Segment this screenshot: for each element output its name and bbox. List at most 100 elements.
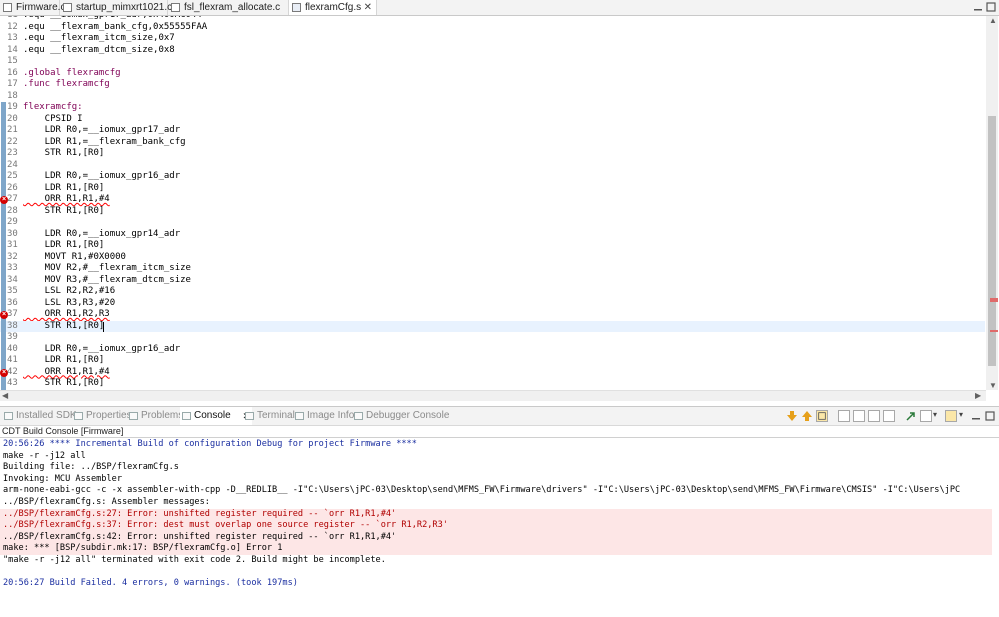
editor-tab-flexramcfg-s[interactable]: flexramCfg.s ✕ <box>289 0 377 15</box>
overview-error-mark[interactable] <box>990 300 998 302</box>
code-line[interactable]: 22 LDR R1,=__flexram_bank_cfg <box>0 136 985 149</box>
editor-tab-firmware-c[interactable]: Firmware.c <box>0 0 65 15</box>
console-error-line[interactable]: ../BSP/flexramCfg.s:27: Error: unshifted… <box>3 509 396 521</box>
code-line[interactable]: × 37 ORR R1,R2,R3 <box>0 309 985 321</box>
editor-tab-startup[interactable]: startup_mimxrt1021.c <box>60 0 172 15</box>
scroll-right-icon[interactable]: ▶ <box>975 391 981 400</box>
code-text[interactable]: LDR R0,=__iomux_gpr14_adr <box>23 229 180 241</box>
code-text[interactable]: MOV R2,#__flexram_itcm_size <box>23 263 191 275</box>
code-text[interactable]: STR R1,[R0] <box>23 378 105 390</box>
copy-icon[interactable] <box>883 410 895 422</box>
tab-problems[interactable]: Problems <box>127 407 183 425</box>
code-text[interactable]: STR R1,[R0] <box>23 206 105 218</box>
scroll-down-icon[interactable]: ▼ <box>989 381 997 390</box>
open-console-icon[interactable] <box>945 410 957 422</box>
code-text[interactable]: STR R1,[R0] <box>23 321 105 333</box>
code-line[interactable]: 15 <box>0 56 985 68</box>
code-text[interactable]: .global flexramcfg <box>23 68 121 80</box>
code-text[interactable]: STR R1,[R0] <box>23 148 105 160</box>
code-line[interactable]: 24 <box>0 159 985 171</box>
tab-terminal[interactable]: Terminal <box>243 407 295 425</box>
code-line[interactable]: 17 .func flexramcfg <box>0 79 985 91</box>
next-error-down-icon[interactable] <box>786 410 798 422</box>
editor-tab-flexram-allocate[interactable]: fsl_flexram_allocate.c <box>168 0 289 15</box>
code-line[interactable]: 39 <box>0 332 985 344</box>
code-line[interactable]: 21 LDR R0,=__iomux_gpr17_adr <box>0 125 985 137</box>
word-wrap-icon[interactable] <box>853 410 865 422</box>
console-error-line[interactable]: ../BSP/flexramCfg.s:37: Error: dest must… <box>3 520 448 532</box>
chevron-down-icon[interactable]: ▾ <box>933 410 937 419</box>
code-line[interactable]: 28 STR R1,[R0] <box>0 205 985 218</box>
code-text[interactable]: MOV R3,#__flexram_dtcm_size <box>23 275 191 287</box>
previous-error-up-icon[interactable] <box>801 410 813 422</box>
scrollbar-thumb[interactable] <box>988 116 996 366</box>
code-line[interactable]: 36 LSL R3,R3,#20 <box>0 297 985 310</box>
clear-console-icon[interactable] <box>868 410 880 422</box>
build-console[interactable]: 20:56:26 **** Incremental Build of confi… <box>0 437 999 617</box>
maximize-icon[interactable] <box>986 2 996 12</box>
console-error-line[interactable]: ../BSP/flexramCfg.s:42: Error: unshifted… <box>3 532 396 544</box>
editor-vertical-scrollbar[interactable]: ▲ ▼ <box>986 16 998 390</box>
minimize-icon[interactable] <box>973 2 983 12</box>
code-line[interactable]: 40 LDR R0,=__iomux_gpr16_adr <box>0 343 985 356</box>
code-text[interactable]: ORR R1,R1,#4 <box>23 367 110 379</box>
code-text[interactable]: LDR R0,=__iomux_gpr17_adr <box>23 125 180 137</box>
code-text[interactable]: LDR R1,=__flexram_bank_cfg <box>23 137 186 149</box>
code-line[interactable]: 30 LDR R0,=__iomux_gpr14_adr <box>0 228 985 241</box>
code-text[interactable]: LDR R1,[R0] <box>23 183 105 195</box>
maximize-icon[interactable] <box>985 411 995 421</box>
code-text[interactable]: CPSID I <box>23 114 83 126</box>
scroll-lock-icon[interactable] <box>838 410 850 422</box>
tab-debugger-console[interactable]: Debugger Console <box>352 407 449 425</box>
code-line[interactable]: 12 .equ __flexram_bank_cfg,0x55555FAA <box>0 22 985 34</box>
tab-console[interactable]: Console ✕ <box>180 407 252 425</box>
code-line[interactable]: 43 STR R1,[R0] <box>0 378 985 390</box>
code-line[interactable]: 20 CPSID I <box>0 113 985 126</box>
code-text[interactable]: LDR R0,=__iomux_gpr16_adr <box>23 344 180 356</box>
code-line[interactable]: 25 LDR R0,=__iomux_gpr16_adr <box>0 171 985 183</box>
code-line[interactable]: 13 .equ __flexram_itcm_size,0x7 <box>0 33 985 45</box>
code-line[interactable]: 23 STR R1,[R0] <box>0 148 985 160</box>
code-text[interactable]: .func flexramcfg <box>23 79 110 91</box>
pin-console-icon[interactable] <box>905 410 917 422</box>
scroll-left-icon[interactable]: ◀ <box>2 391 8 400</box>
code-line[interactable]: 35 LSL R2,R2,#16 <box>0 286 985 298</box>
code-line[interactable]: × 42 ORR R1,R1,#4 <box>0 366 985 379</box>
code-line[interactable]: 16 .global flexramcfg <box>0 68 985 80</box>
code-text[interactable]: MOVT R1,#0X0000 <box>23 252 126 264</box>
overview-error-mark[interactable] <box>990 330 998 332</box>
chevron-down-icon[interactable]: ▾ <box>959 410 963 419</box>
code-text[interactable]: LDR R1,[R0] <box>23 240 105 252</box>
code-text[interactable]: flexramcfg: <box>23 102 83 114</box>
tab-image-info[interactable]: Image Info <box>293 407 354 425</box>
code-text[interactable]: ORR R1,R2,R3 <box>23 309 110 321</box>
console-error-line[interactable]: make: *** [BSP/subdir.mk:17: BSP/flexram… <box>3 543 282 555</box>
tab-properties[interactable]: Properties <box>72 407 132 425</box>
code-line[interactable]: 29 <box>0 217 985 229</box>
code-line[interactable]: × 27 ORR R1,R1,#4 <box>0 194 985 206</box>
code-editor[interactable]: 11.equ __iomux_gpr17_adr,0x400AC04412.eq… <box>0 16 999 401</box>
code-line[interactable]: 14 .equ __flexram_dtcm_size,0x8 <box>0 45 985 57</box>
display-console-icon[interactable] <box>920 410 932 422</box>
code-text[interactable]: LDR R1,[R0] <box>23 355 105 367</box>
code-line[interactable]: 34 MOV R3,#__flexram_dtcm_size <box>0 274 985 287</box>
minimize-icon[interactable] <box>971 411 981 421</box>
code-line[interactable]: 18 <box>0 91 985 103</box>
code-text[interactable]: LSL R2,R2,#16 <box>23 286 115 298</box>
editor-horizontal-scrollbar[interactable]: ◀ ▶ <box>0 390 986 401</box>
code-text[interactable]: LDR R0,=__iomux_gpr16_adr <box>23 171 180 183</box>
code-text[interactable]: LSL R3,R3,#20 <box>23 298 115 310</box>
code-text[interactable]: ORR R1,R1,#4 <box>23 194 110 206</box>
code-text[interactable]: .equ __flexram_dtcm_size,0x8 <box>23 45 175 57</box>
show-console-icon[interactable] <box>816 410 828 422</box>
tab-installed-sdks[interactable]: Installed SDKs <box>2 407 82 425</box>
code-line[interactable]: 32 MOVT R1,#0X0000 <box>0 251 985 264</box>
code-text[interactable]: .equ __flexram_itcm_size,0x7 <box>23 33 175 45</box>
code-line[interactable]: 33 MOV R2,#__flexram_itcm_size <box>0 263 985 275</box>
code-line[interactable]: 26 LDR R1,[R0] <box>0 182 985 195</box>
code-text[interactable]: .equ __flexram_bank_cfg,0x55555FAA <box>23 22 207 34</box>
code-line[interactable]: 19 flexramcfg: <box>0 102 985 114</box>
scroll-up-icon[interactable]: ▲ <box>989 16 997 25</box>
code-line[interactable]: 38 STR R1,[R0] <box>0 320 985 333</box>
code-line[interactable]: 41 LDR R1,[R0] <box>0 355 985 367</box>
